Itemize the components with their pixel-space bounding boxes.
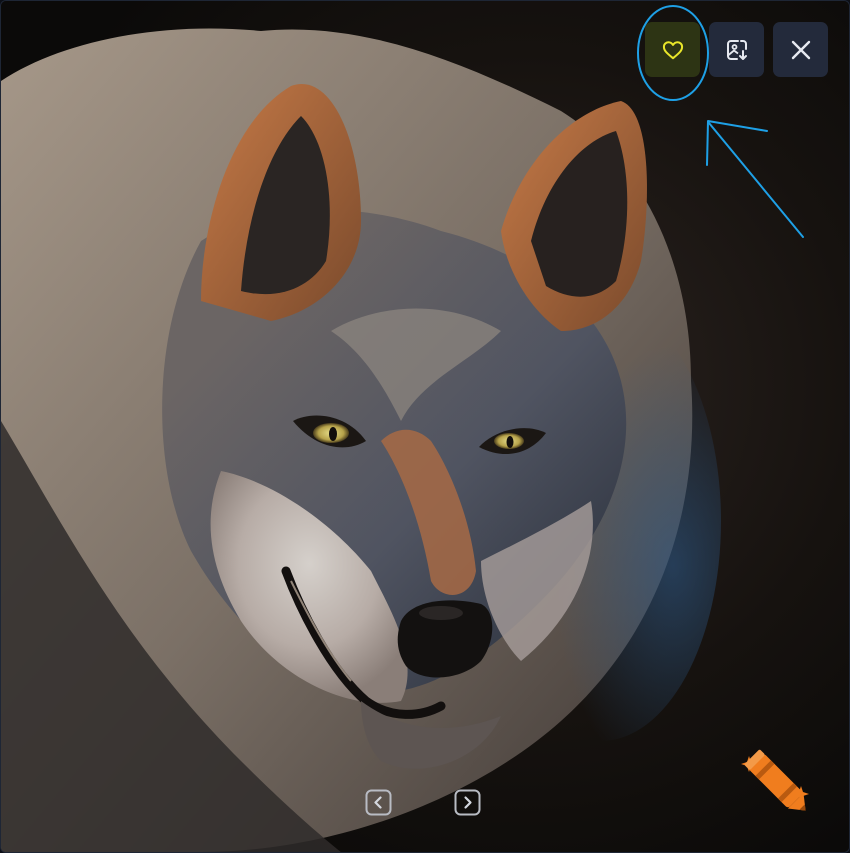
chevron-left-icon [365, 789, 392, 816]
image-download-icon [726, 39, 747, 60]
favorite-button[interactable] [645, 22, 700, 77]
download-image-button[interactable] [709, 22, 764, 77]
wolf-image [1, 1, 849, 852]
crayon-sparkle-icon [741, 749, 809, 811]
close-button[interactable] [773, 22, 828, 77]
heart-icon [662, 40, 683, 59]
next-image-button[interactable] [454, 789, 481, 816]
image-viewer [0, 0, 850, 853]
chevron-right-icon [454, 789, 481, 816]
image-pager [365, 789, 481, 816]
close-icon [791, 40, 810, 59]
previous-image-button[interactable] [365, 789, 392, 816]
image-toolbar [645, 22, 828, 77]
